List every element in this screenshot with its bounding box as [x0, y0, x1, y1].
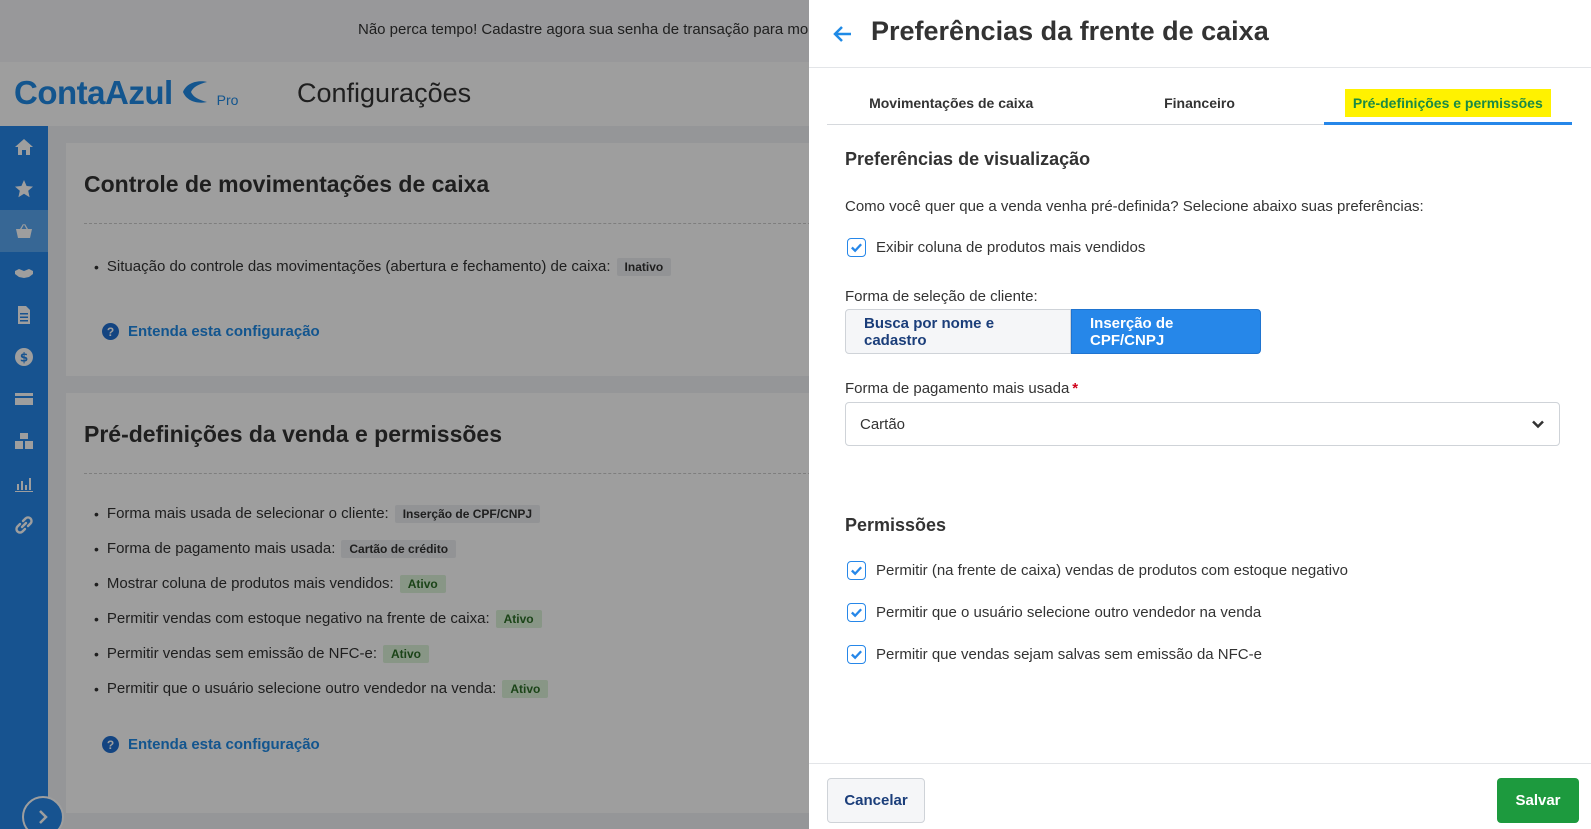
- search-by-name-option[interactable]: Busca por nome e cadastro: [845, 309, 1071, 354]
- tab-label: Movimentações de caixa: [869, 95, 1034, 111]
- client-selection-label: Forma de seleção de cliente:: [845, 288, 1038, 305]
- show-top-products-checkbox[interactable]: Exibir coluna de produtos mais vendidos: [845, 238, 1145, 257]
- section-title: Permissões: [845, 515, 947, 535]
- checkmark-icon: [851, 566, 862, 576]
- checkmark-icon: [851, 243, 862, 253]
- drawer-title: Preferências da frente de caixa: [871, 16, 1269, 46]
- payment-method-label-text: Forma de pagamento mais usada: [845, 380, 1070, 397]
- payment-method-select[interactable]: Cartão: [845, 402, 1560, 446]
- checkbox-label: Exibir coluna de produtos mais vendidos: [876, 239, 1146, 256]
- checkbox[interactable]: [847, 645, 866, 664]
- tab-label: Financeiro: [1164, 95, 1235, 111]
- drawer-header: Preferências da frente de caixa: [809, 0, 1591, 68]
- tab-cash-movements[interactable]: Movimentações de caixa: [827, 88, 1075, 124]
- save-button[interactable]: Salvar: [1497, 778, 1579, 823]
- tab-bar: Movimentações de caixa Financeiro Pré-de…: [827, 88, 1572, 125]
- payment-method-label: Forma de pagamento mais usada *: [845, 380, 1078, 397]
- checkmark-icon: [851, 608, 862, 618]
- checkbox[interactable]: [847, 238, 866, 257]
- client-selection-toggle: Busca por nome e cadastro Inserção de CP…: [845, 309, 1261, 354]
- back-button[interactable]: [829, 20, 857, 48]
- preferences-drawer: Preferências da frente de caixa Moviment…: [809, 0, 1591, 829]
- checkbox-label: Permitir que o usuário selecione outro v…: [876, 604, 1262, 621]
- drawer-footer: Cancelar Salvar: [809, 763, 1591, 829]
- cpf-cnpj-option[interactable]: Inserção de CPF/CNPJ: [1071, 309, 1261, 354]
- chevron-down-icon: [1532, 420, 1544, 429]
- permission-no-nfce-checkbox[interactable]: Permitir que vendas sejam salvas sem emi…: [845, 645, 1262, 664]
- arrow-left-icon: [833, 26, 851, 42]
- tab-defaults-permissions[interactable]: Pré-definições e permissões: [1323, 88, 1572, 125]
- checkmark-icon: [851, 650, 862, 660]
- cancel-button[interactable]: Cancelar: [827, 778, 925, 823]
- checkbox-label: Permitir que vendas sejam salvas sem emi…: [876, 646, 1262, 663]
- tab-label: Pré-definições e permissões: [1344, 89, 1551, 117]
- checkbox[interactable]: [847, 603, 866, 622]
- section-title: Preferências de visualização: [845, 149, 1091, 169]
- tab-financial[interactable]: Financeiro: [1075, 88, 1323, 124]
- required-mark: *: [1072, 380, 1079, 397]
- permission-other-seller-checkbox[interactable]: Permitir que o usuário selecione outro v…: [845, 603, 1261, 622]
- checkbox[interactable]: [847, 561, 866, 580]
- permission-negative-stock-checkbox[interactable]: Permitir (na frente de caixa) vendas de …: [845, 561, 1348, 580]
- section-prompt: Como você quer que a venda venha pré-def…: [845, 198, 1424, 215]
- checkbox-label: Permitir (na frente de caixa) vendas de …: [876, 562, 1348, 579]
- selected-value: Cartão: [860, 415, 906, 433]
